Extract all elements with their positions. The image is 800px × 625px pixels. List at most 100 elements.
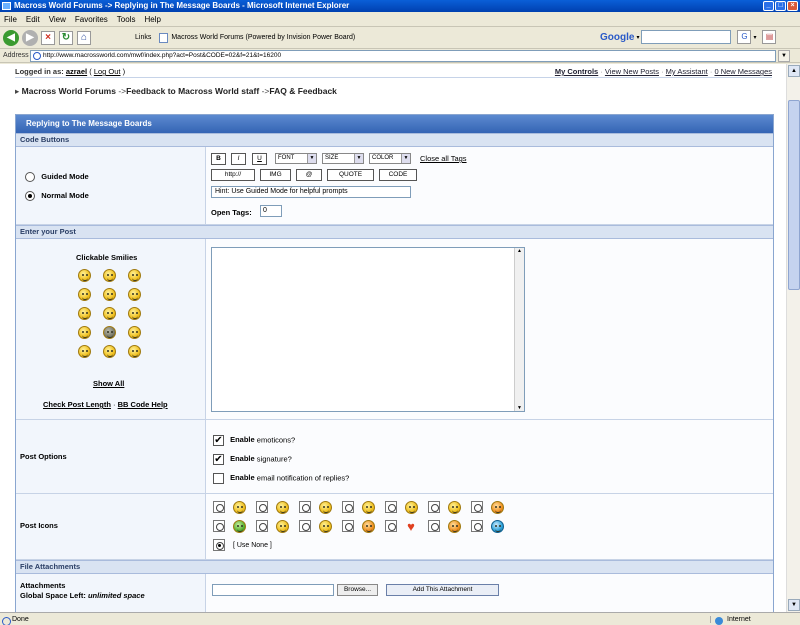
- maximize-button[interactable]: □: [775, 1, 786, 11]
- scroll-up-icon[interactable]: ▲: [515, 248, 524, 254]
- unsure-icon[interactable]: [103, 345, 116, 358]
- page-scrollbar[interactable]: ▲ ▼: [786, 64, 800, 612]
- view-new-posts-link[interactable]: View New Posts: [605, 67, 659, 76]
- italic-button[interactable]: I: [231, 153, 246, 165]
- address-dropdown-icon[interactable]: ▼: [778, 49, 790, 62]
- google-options-dropdown-icon[interactable]: ▾: [753, 34, 756, 41]
- close-window-button[interactable]: ×: [787, 1, 798, 11]
- cool-icon[interactable]: [128, 345, 141, 358]
- post-icon-radio[interactable]: [256, 520, 268, 532]
- google-dropdown-icon[interactable]: ▾: [636, 34, 639, 41]
- use-none-radio[interactable]: [213, 539, 225, 551]
- post-icon-radio[interactable]: [299, 501, 311, 513]
- laugh-icon[interactable]: [128, 307, 141, 320]
- post-icon-radio[interactable]: [385, 520, 397, 532]
- breadcrumb-faq[interactable]: FAQ & Feedback: [269, 86, 337, 96]
- font-select[interactable]: FONT ▼: [275, 153, 317, 164]
- close-all-tags-link[interactable]: Close all Tags: [420, 154, 467, 163]
- happy-icon[interactable]: [128, 269, 141, 282]
- logout-link[interactable]: Log Out: [94, 67, 121, 76]
- use-none-option[interactable]: [ Use None ]: [213, 539, 272, 551]
- img-button[interactable]: IMG: [260, 169, 291, 181]
- add-attachment-button[interactable]: Add This Attachment: [386, 584, 499, 596]
- underline-button[interactable]: U: [252, 153, 267, 165]
- color-select[interactable]: COLOR ▼: [369, 153, 411, 164]
- post-icon-radio[interactable]: [256, 501, 268, 513]
- bold-button[interactable]: B: [211, 153, 226, 165]
- scroll-down-icon[interactable]: ▼: [515, 405, 524, 411]
- menu-file[interactable]: File: [4, 15, 17, 24]
- hint-field[interactable]: Hint: Use Guided Mode for helpful prompt…: [211, 186, 411, 198]
- my-controls-link[interactable]: My Controls: [555, 67, 598, 76]
- textarea-scrollbar[interactable]: ▲ ▼: [514, 248, 524, 411]
- post-icon-radio[interactable]: [213, 520, 225, 532]
- home-icon[interactable]: ⌂: [77, 30, 91, 45]
- username-link[interactable]: azrael: [66, 67, 87, 76]
- email-notification-option[interactable]: Enable email notification of replies?: [213, 473, 349, 484]
- browse-button[interactable]: Browse...: [337, 584, 378, 596]
- back-arrow-icon[interactable]: ◀: [3, 29, 19, 46]
- email-button[interactable]: @: [296, 169, 322, 181]
- post-icon-radio[interactable]: [299, 520, 311, 532]
- signature-checkbox[interactable]: ✔: [213, 454, 224, 465]
- shocked-icon[interactable]: [78, 326, 91, 339]
- my-assistant-link[interactable]: My Assistant: [666, 67, 708, 76]
- post-icon-radio[interactable]: [471, 501, 483, 513]
- post-icon-radio[interactable]: [471, 520, 483, 532]
- links-page-item[interactable]: Macross World Forums (Powered by Invisio…: [159, 32, 355, 43]
- scroll-down-icon[interactable]: ▼: [788, 599, 800, 611]
- address-input[interactable]: http://www.macrossworld.com/mwf/index.ph…: [30, 49, 776, 62]
- code-button[interactable]: CODE: [379, 169, 417, 181]
- enable-emoticons-option[interactable]: ✔ Enable emoticons?: [213, 435, 295, 446]
- forward-arrow-icon[interactable]: ▶: [22, 29, 38, 46]
- open-tags-field[interactable]: 0: [260, 205, 282, 217]
- menu-view[interactable]: View: [49, 15, 66, 24]
- angry-icon[interactable]: [128, 288, 141, 301]
- enable-signature-option[interactable]: ✔ Enable signature?: [213, 454, 292, 465]
- post-icon-radio[interactable]: [385, 501, 397, 513]
- check-post-length-link[interactable]: Check Post Length: [43, 400, 111, 409]
- google-search-icon[interactable]: G: [737, 30, 752, 44]
- dark-face-icon[interactable]: [103, 326, 116, 339]
- emoticons-checkbox[interactable]: ✔: [213, 435, 224, 446]
- minimize-button[interactable]: _: [763, 1, 774, 11]
- guided-mode-radio[interactable]: [25, 172, 35, 182]
- quote-button[interactable]: QUOTE: [327, 169, 374, 181]
- menu-favorites[interactable]: Favorites: [75, 15, 108, 24]
- google-settings-icon[interactable]: ▤: [762, 30, 777, 44]
- attachment-file-input[interactable]: [212, 584, 334, 596]
- biggrin-icon[interactable]: [128, 326, 141, 339]
- breadcrumb-feedback[interactable]: Feedback to Macross World staff: [126, 86, 259, 96]
- google-search-input[interactable]: [641, 30, 732, 44]
- stop-icon[interactable]: ×: [41, 30, 55, 45]
- bb-code-help-link[interactable]: BB Code Help: [118, 400, 168, 409]
- menu-help[interactable]: Help: [144, 15, 160, 24]
- confused-icon[interactable]: [78, 307, 91, 320]
- post-textarea[interactable]: ▲ ▼: [211, 247, 525, 412]
- tongue-icon[interactable]: [103, 288, 116, 301]
- post-icon-radio[interactable]: [342, 520, 354, 532]
- google-logo[interactable]: Google: [600, 32, 634, 43]
- post-icon-radio[interactable]: [213, 501, 225, 513]
- smile-icon[interactable]: [78, 269, 91, 282]
- new-messages-link[interactable]: 0 New Messages: [714, 67, 772, 76]
- menu-edit[interactable]: Edit: [26, 15, 40, 24]
- normal-mode-option[interactable]: Normal Mode: [25, 191, 89, 201]
- sad-icon[interactable]: [103, 269, 116, 282]
- post-icon-radio[interactable]: [428, 520, 440, 532]
- guided-mode-option[interactable]: Guided Mode: [25, 172, 89, 182]
- wink-icon[interactable]: [103, 307, 116, 320]
- refresh-icon[interactable]: ↻: [59, 30, 73, 45]
- show-all-link[interactable]: Show All: [93, 379, 124, 388]
- links-label[interactable]: Links: [135, 34, 151, 41]
- post-icon-radio[interactable]: [428, 501, 440, 513]
- scroll-thumb[interactable]: [788, 100, 800, 290]
- menu-tools[interactable]: Tools: [117, 15, 136, 24]
- grin-icon[interactable]: [78, 288, 91, 301]
- size-select[interactable]: SIZE ▼: [322, 153, 364, 164]
- scroll-up-icon[interactable]: ▲: [788, 65, 800, 77]
- post-icon-radio[interactable]: [342, 501, 354, 513]
- http-button[interactable]: http://: [211, 169, 255, 181]
- breadcrumb-forums[interactable]: Macross World Forums: [22, 86, 116, 96]
- email-notification-checkbox[interactable]: [213, 473, 224, 484]
